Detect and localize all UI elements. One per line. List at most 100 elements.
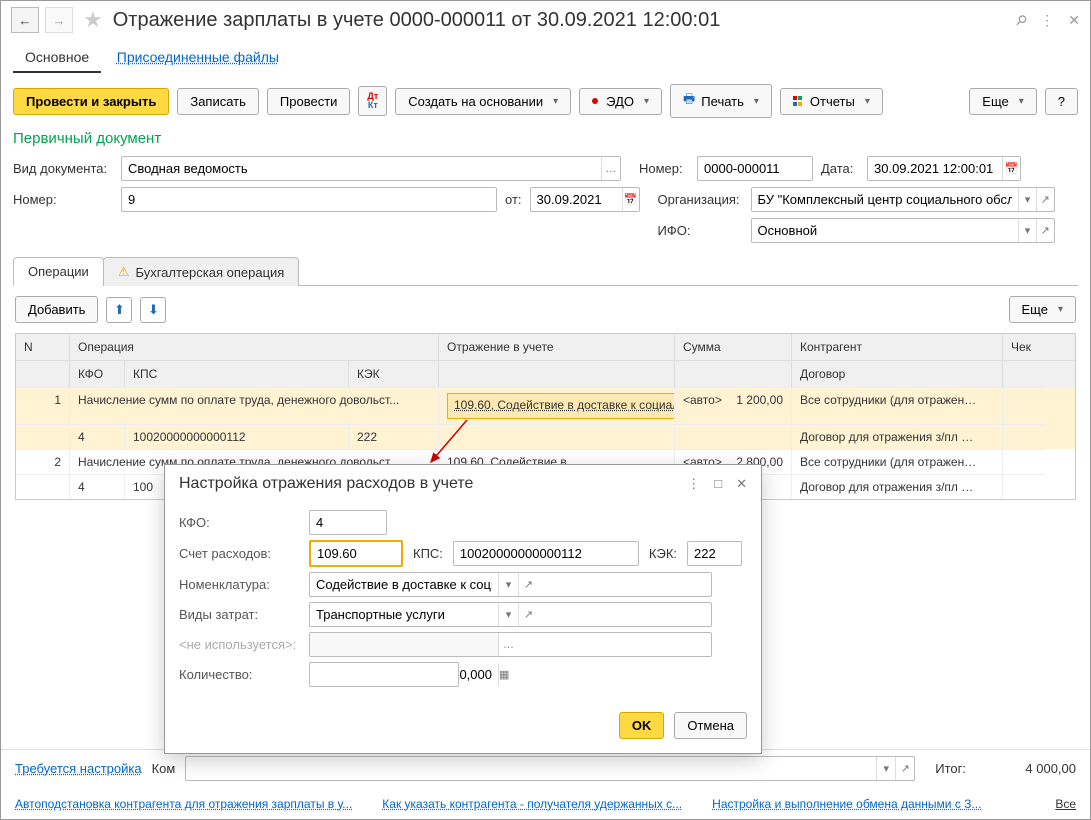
nav-forward-button[interactable]: → — [45, 7, 73, 33]
date-input-wrap: 📅 — [867, 156, 1021, 181]
modal-cancel-button[interactable]: Отмена — [674, 712, 747, 739]
primary-doc-section-title: Первичный документ — [1, 126, 1090, 153]
help-button[interactable]: ? — [1045, 88, 1078, 115]
ot-date-input[interactable] — [531, 188, 622, 211]
comment-label: Ком — [152, 761, 176, 776]
modal-kfo-label: КФО: — [179, 515, 299, 530]
expense-reflection-modal: Настройка отражения расходов в учете ⋮ □… — [164, 464, 762, 754]
modal-kek-input[interactable] — [688, 542, 876, 565]
date-calendar-icon[interactable]: 📅 — [1002, 157, 1020, 180]
table-row[interactable]: 1 Начисление сумм по оплате труда, денеж… — [16, 387, 1075, 424]
comment-input-wrap: ▾ ↗ — [185, 756, 915, 781]
th-reflection[interactable]: Отражение в учете — [439, 334, 675, 360]
edo-button[interactable]: ЭДО — [579, 88, 662, 115]
total-value: 4 000,00 — [976, 761, 1076, 776]
page-title: Отражение зарплаты в учете 0000-000011 о… — [113, 9, 1010, 32]
ot-calendar-icon[interactable]: 📅 — [622, 188, 639, 211]
th-sum[interactable]: Сумма — [675, 334, 792, 360]
reports-button[interactable]: Отчеты — [780, 88, 883, 115]
modal-account-label: Счет расходов: — [179, 546, 299, 561]
th-n[interactable]: N — [16, 334, 70, 360]
warning-icon: ⚠ — [118, 264, 130, 280]
more-button[interactable]: Еще — [969, 88, 1036, 115]
dtkt-button[interactable]: ДтКт — [358, 86, 387, 116]
ot-label: от: — [505, 192, 522, 207]
th-counterparty[interactable]: Контрагент — [792, 334, 1003, 360]
modal-qty-label: Количество: — [179, 667, 299, 682]
move-down-button[interactable]: ⬇ — [140, 297, 166, 323]
modal-qty-calc-icon[interactable]: ▦ — [498, 663, 509, 686]
comment-dropdown-icon[interactable]: ▾ — [876, 757, 895, 780]
tab-main[interactable]: Основное — [13, 43, 101, 73]
printer-icon: 🖶 — [683, 90, 695, 112]
table-row[interactable]: 4 10020000000000112 222 Договор для отра… — [16, 424, 1075, 449]
number-input[interactable] — [698, 157, 812, 180]
footer-link-all[interactable]: Все — [1055, 797, 1076, 811]
date-label: Дата: — [821, 161, 859, 176]
footer-link-2[interactable]: Как указать контрагента - получателя уде… — [382, 797, 682, 811]
comment-open-icon[interactable]: ↗ — [895, 757, 914, 780]
create-based-on-button[interactable]: Создать на основании — [395, 88, 571, 115]
footer-link-3[interactable]: Настройка и выполнение обмена данными с … — [712, 797, 981, 811]
footer-link-1[interactable]: Автоподстановка контрагента для отражени… — [15, 797, 352, 811]
org-dropdown-icon[interactable]: ▾ — [1018, 188, 1036, 211]
modal-cost-types-input[interactable] — [310, 603, 498, 626]
post-and-close-button[interactable]: Провести и закрыть — [13, 88, 169, 115]
tab-accounting-operation[interactable]: ⚠Бухгалтерская операция — [103, 257, 300, 286]
sub-more-button[interactable]: Еще — [1009, 296, 1076, 323]
modal-nomenclature-input[interactable] — [310, 573, 498, 596]
reflection-cell-editing[interactable]: 109.60, Содействие в доставке к социальн… — [447, 393, 675, 419]
needs-config-link[interactable]: Требуется настройка — [15, 761, 142, 776]
doc-type-input[interactable] — [122, 157, 601, 180]
ifo-dropdown-icon[interactable]: ▾ — [1018, 219, 1036, 242]
form-row-doc-type: Вид документа: … Номер: Дата: 📅 — [1, 153, 1090, 184]
modal-maximize-icon[interactable]: □ — [714, 476, 722, 492]
th-operation[interactable]: Операция — [70, 334, 439, 360]
link-icon[interactable]: ⚲ — [1011, 10, 1030, 29]
modal-cost-types-dropdown-icon[interactable]: ▾ — [498, 603, 518, 626]
add-button[interactable]: Добавить — [15, 296, 98, 323]
kebab-menu-icon[interactable]: ⋮ — [1040, 12, 1054, 29]
ifo-input[interactable] — [752, 219, 1019, 242]
main-toolbar: Провести и закрыть Записать Провести ДтК… — [1, 74, 1090, 126]
form-row-ifo: от: ИФО: ▾ ↗ — [1, 215, 1090, 246]
modal-kfo-input[interactable] — [310, 511, 498, 534]
th-kps[interactable]: КПС — [125, 361, 349, 387]
number-input-wrap — [697, 156, 813, 181]
org-input-wrap: ▾ ↗ — [751, 187, 1055, 212]
org-input[interactable] — [752, 188, 1019, 211]
favorite-star-icon[interactable]: ★ — [83, 7, 103, 33]
nav-back-button[interactable]: ← — [11, 7, 39, 33]
nav-tabs: Основное Присоединенные файлы — [1, 39, 1090, 74]
modal-ok-button[interactable]: OK — [619, 712, 665, 739]
tab-attached-files[interactable]: Присоединенные файлы — [105, 43, 291, 71]
modal-close-icon[interactable]: ✕ — [736, 476, 747, 492]
modal-kps-input[interactable] — [454, 542, 642, 565]
modal-nomenclature-dropdown-icon[interactable]: ▾ — [498, 573, 518, 596]
modal-qty-input[interactable] — [310, 663, 498, 686]
modal-nomenclature-open-icon[interactable]: ↗ — [518, 573, 538, 596]
src-number-label: Номер: — [13, 192, 113, 207]
org-open-icon[interactable]: ↗ — [1036, 188, 1054, 211]
modal-nomenclature-label: Номенклатура: — [179, 577, 299, 592]
src-number-input[interactable] — [122, 188, 496, 211]
reports-icon — [793, 96, 804, 107]
close-icon[interactable]: ✕ — [1068, 12, 1080, 29]
move-up-button[interactable]: ⬆ — [106, 297, 132, 323]
th-check[interactable]: Чек — [1003, 334, 1045, 360]
modal-cost-types-label: Виды затрат: — [179, 607, 299, 622]
th-kek[interactable]: КЭК — [349, 361, 439, 387]
modal-cost-types-open-icon[interactable]: ↗ — [518, 603, 538, 626]
modal-kebab-icon[interactable]: ⋮ — [687, 476, 700, 492]
ifo-input-wrap: ▾ ↗ — [751, 218, 1055, 243]
post-button[interactable]: Провести — [267, 88, 351, 115]
write-button[interactable]: Записать — [177, 88, 259, 115]
date-input[interactable] — [868, 157, 1002, 180]
comment-input[interactable] — [186, 757, 876, 780]
doc-type-open-icon[interactable]: … — [601, 157, 620, 180]
th-contract[interactable]: Договор — [792, 361, 1003, 387]
ifo-open-icon[interactable]: ↗ — [1036, 219, 1054, 242]
th-kfo[interactable]: КФО — [70, 361, 125, 387]
tab-operations[interactable]: Операции — [13, 257, 104, 286]
print-button[interactable]: 🖶Печать — [670, 84, 772, 118]
